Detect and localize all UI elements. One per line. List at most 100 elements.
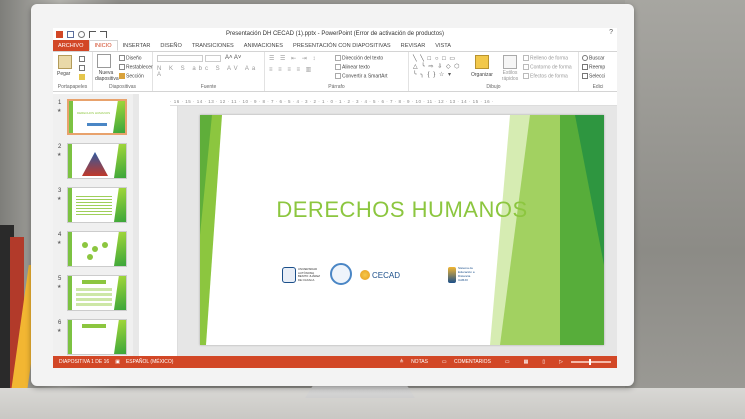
slide-green-shapes (200, 115, 604, 345)
window-title: Presentación DH CECAD (1).pptx - PowerPo… (225, 31, 445, 37)
arrange-button[interactable]: Organizar (471, 72, 493, 78)
group-label-dibujo: Dibujo (486, 84, 501, 90)
align-text-label: Alinear texto (342, 64, 370, 71)
help-button[interactable]: ? (609, 29, 613, 36)
monitor: Presentación DH CECAD (1).pptx - PowerPo… (31, 4, 634, 386)
smartart-button[interactable]: Convertir a SmartArt (335, 73, 388, 79)
quick-styles-icon (503, 55, 517, 69)
find-button[interactable]: Buscar (582, 55, 605, 61)
status-right: ≜ NOTAS ▭ COMENTARIOS ▭ ▦ ▯ ▷ (393, 359, 611, 365)
cut-icon[interactable] (79, 56, 85, 62)
shape-outline-icon (523, 64, 529, 70)
text-direction-label: Dirección del texto (342, 55, 384, 62)
reset-label: Restablecer (126, 64, 153, 71)
slide-thumbnail[interactable]: 4 ★ (53, 230, 138, 274)
powerpoint-window: Presentación DH CECAD (1).pptx - PowerPo… (53, 28, 617, 368)
horizontal-ruler: · 16 · 15 · 14 · 13 · 12 · 11 · 10 · 9 ·… (170, 99, 617, 106)
animation-star-icon: ★ (57, 328, 62, 334)
sistema-logo: Sistema de Educación a Distancia UABJO (448, 266, 480, 283)
slide-thumbnail[interactable]: 1 ★ DERECHOS HUMANOS (53, 98, 138, 142)
reading-view-icon[interactable]: ▯ (542, 359, 545, 365)
align-text-button[interactable]: Alinear texto (335, 64, 370, 70)
animation-star-icon: ★ (57, 196, 62, 202)
shape-fill-button[interactable]: Relleno de forma (523, 55, 568, 61)
comments-button[interactable]: ▭ COMENTARIOS (442, 359, 491, 365)
slide-number: 3 (58, 188, 62, 194)
tab-vista[interactable]: VISTA (430, 40, 456, 51)
group-fuente: A˄ A˅ N K S abc S AV Aa A Fuente (153, 52, 265, 91)
title-bar: Presentación DH CECAD (1).pptx - PowerPo… (53, 28, 617, 40)
arrange-icon (475, 55, 489, 69)
shape-effects-button[interactable]: Efectos de forma (523, 73, 568, 79)
list-buttons[interactable]: ☰ ☰ ⇤ ⇥ ↕ (269, 55, 317, 62)
quick-styles-button[interactable]: Estilos rápidos (501, 70, 519, 82)
shape-outline-label: Contorno de forma (530, 64, 572, 71)
slide-title[interactable]: DERECHOS HUMANOS (200, 197, 604, 223)
section-button[interactable]: Sección (119, 73, 144, 79)
slideshow-view-icon[interactable]: ▷ (559, 359, 563, 365)
slide-thumbnail[interactable]: 6 ★ (53, 318, 138, 356)
group-label-parrafo: Párrafo (328, 84, 345, 90)
shapes-gallery[interactable]: ╲ ╲ □ ○ □ ▭ △ ╰ ⇨ ⇩ ◇ ⬡ ╰ ╮ { } ☆ ▾ (413, 55, 469, 79)
uni-logo: UNIVERSIDAD AUTÓNOMA BENITO JUÁREZ DE OA… (282, 267, 324, 283)
group-label-diapositivas: Diapositivas (109, 84, 136, 90)
slide-number: 1 (58, 100, 62, 106)
language-indicator[interactable]: ESPAÑOL (MÉXICO) (126, 359, 174, 365)
slide-thumbnail[interactable]: 5 ★ (53, 274, 138, 318)
slide-thumbnail[interactable]: 3 ★ (53, 186, 138, 230)
replace-icon (582, 64, 588, 70)
font-format-buttons[interactable]: N K S abc S AV Aa A (157, 66, 264, 78)
text-direction-button[interactable]: Dirección del texto (335, 55, 383, 61)
align-buttons[interactable]: ≡ ≡ ≡ ≡ ▥ (269, 66, 313, 73)
select-button[interactable]: Selecci (582, 73, 605, 79)
font-grow-shrink-icon[interactable]: A˄ A˅ (225, 55, 241, 61)
group-diapositivas: Nueva diapositiva Diseño Restablecer Sec… (93, 52, 153, 91)
zoom-slider[interactable] (571, 359, 611, 365)
thumbnail-image: DERECHOS HUMANOS (67, 99, 127, 135)
group-dibujo: ╲ ╲ □ ○ □ ▭ △ ╰ ⇨ ⇩ ◇ ⬡ ╰ ╮ { } ☆ ▾ Organi… (409, 52, 579, 91)
sistema-logo-text: Sistema de Educación a Distancia UABJO (458, 266, 475, 282)
thumbnail-scrollbar[interactable] (133, 94, 139, 356)
font-size-select[interactable] (205, 55, 221, 62)
paste-button[interactable]: Pegar (57, 71, 70, 77)
tab-archivo[interactable]: ARCHIVO (53, 40, 89, 51)
tab-animaciones[interactable]: ANIMACIONES (239, 40, 288, 51)
layout-button[interactable]: Diseño (119, 55, 142, 61)
font-name-select[interactable] (157, 55, 203, 62)
copy-icon[interactable] (79, 65, 85, 71)
align-text-icon (335, 64, 341, 70)
slide-number: 2 (58, 144, 62, 150)
paste-icon (58, 55, 72, 69)
new-slide-button[interactable]: Nueva diapositiva (95, 70, 119, 82)
tab-transiciones[interactable]: TRANSICIONES (187, 40, 239, 51)
sun-icon (360, 270, 370, 280)
normal-view-icon[interactable]: ▭ (505, 359, 510, 365)
shape-effects-label: Efectos de forma (530, 73, 568, 80)
tab-revisar[interactable]: REVISAR (396, 40, 431, 51)
spellcheck-icon[interactable]: ▣ (115, 359, 120, 365)
group-edicion: Buscar Reemp Selecci Edici (579, 52, 617, 91)
section-icon (119, 73, 125, 79)
shape-effects-icon (523, 73, 529, 79)
shape-outline-button[interactable]: Contorno de forma (523, 64, 572, 70)
tab-inicio[interactable]: INICIO (88, 40, 118, 51)
thumbnail-image (67, 319, 127, 355)
current-slide[interactable]: DERECHOS HUMANOS UNIVERSIDAD AUTÓNOMA BE… (200, 115, 604, 345)
tab-insertar[interactable]: INSERTAR (118, 40, 156, 51)
new-slide-icon (97, 54, 111, 68)
tab-presentacion[interactable]: PRESENTACIÓN CON DIAPOSITIVAS (288, 40, 396, 51)
layout-icon (119, 55, 125, 61)
animation-star-icon: ★ (57, 240, 62, 246)
thumbnail-image (67, 187, 127, 223)
replace-button[interactable]: Reemp (582, 64, 605, 70)
reset-button[interactable]: Restablecer (119, 64, 153, 70)
format-painter-icon[interactable] (79, 74, 85, 80)
section-label: Sección (126, 73, 144, 80)
sorter-view-icon[interactable]: ▦ (524, 359, 529, 365)
replace-label: Reemp (589, 64, 606, 71)
notes-button[interactable]: ≜ NOTAS (399, 359, 427, 365)
text-direction-icon (335, 55, 341, 61)
status-bar: DIAPOSITIVA 1 DE 16 ▣ ESPAÑOL (MÉXICO) ≜… (53, 356, 617, 368)
tab-diseno[interactable]: DISEÑO (155, 40, 186, 51)
slide-thumbnail[interactable]: 2 ★ (53, 142, 138, 186)
